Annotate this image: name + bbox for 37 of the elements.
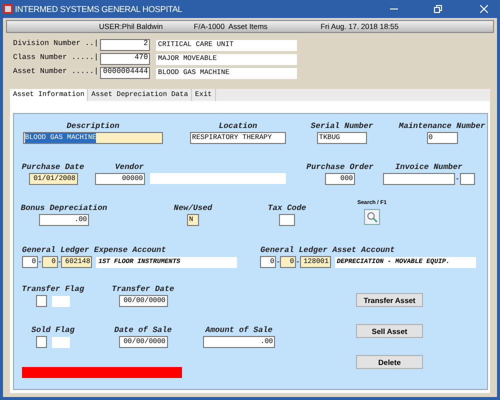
- field-label: Description: [66, 122, 120, 131]
- field-label: Maintenance Number: [398, 122, 486, 131]
- separator: -: [38, 256, 42, 268]
- flag-field[interactable]: [52, 296, 70, 307]
- separator: -: [296, 256, 300, 268]
- close-icon[interactable]: [480, 5, 488, 13]
- field-label: Sold Flag: [31, 326, 75, 336]
- field-label: Serial Number: [310, 122, 374, 131]
- search-icon: [366, 211, 378, 224]
- field-label: General Ledger Asset Account: [260, 246, 396, 256]
- field-label: Invoice Number: [395, 163, 462, 172]
- field-label: Purchase Date: [22, 163, 84, 172]
- field-label: Purchase Order: [306, 163, 374, 172]
- separator: -: [455, 173, 460, 185]
- field-label: Date of Sale: [114, 326, 172, 336]
- field-label: Vendor: [115, 163, 145, 172]
- vendor-name-field[interactable]: [150, 173, 286, 184]
- field-label: Bonus Depreciation: [20, 204, 108, 214]
- tax-code-field[interactable]: [279, 214, 295, 226]
- field-label: Transfer Flag: [22, 285, 84, 294]
- separator: -: [58, 256, 62, 268]
- separator: -: [276, 256, 280, 268]
- app-icon: [3, 4, 13, 14]
- window-title: INTERMED SYSTEMS GENERAL HOSPITAL: [15, 2, 182, 16]
- field-label: General Ledger Expense Account: [22, 246, 168, 256]
- invoice-suffix-field[interactable]: [460, 173, 475, 185]
- invoice-number-field[interactable]: [383, 173, 455, 185]
- field-label: New/Used: [174, 204, 212, 214]
- restore-icon[interactable]: [434, 5, 442, 13]
- field-label: Transfer Date: [112, 285, 174, 294]
- checkbox[interactable]: [36, 295, 47, 308]
- flag-field[interactable]: [52, 336, 70, 348]
- field-label: Amount of Sale: [205, 326, 273, 336]
- checkbox[interactable]: [36, 336, 47, 348]
- field-label: Location: [218, 122, 258, 131]
- search-button[interactable]: [364, 209, 380, 226]
- field-label: Tax Code: [268, 204, 306, 214]
